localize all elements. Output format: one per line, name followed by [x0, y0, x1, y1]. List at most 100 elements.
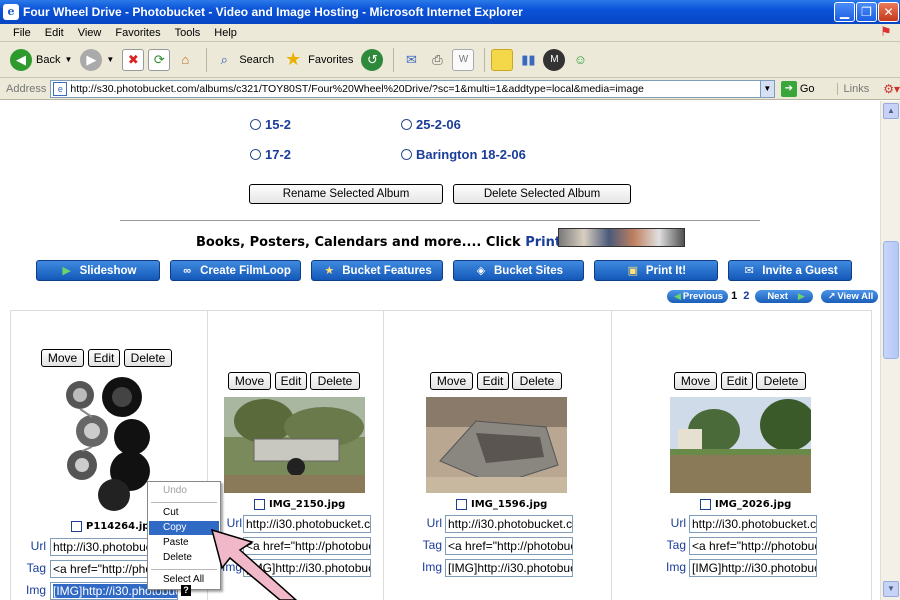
grid-divider: [383, 311, 384, 600]
radio-button[interactable]: [401, 149, 412, 160]
menu-tools[interactable]: Tools: [168, 27, 208, 39]
scroll-thumb[interactable]: [883, 241, 899, 359]
menu-edit[interactable]: Edit: [38, 27, 71, 39]
radio-button[interactable]: [250, 149, 261, 160]
bucket-sites-button[interactable]: ◈ Bucket Sites: [453, 260, 584, 281]
delete-button[interactable]: Delete: [124, 349, 172, 367]
bucket-features-button[interactable]: ★ Bucket Features: [311, 260, 443, 281]
forward-dropdown-icon[interactable]: ▼: [106, 55, 114, 64]
menu-help[interactable]: Help: [207, 27, 244, 39]
back-dropdown-icon[interactable]: ▼: [64, 55, 72, 64]
img-label: Img: [421, 560, 442, 574]
tag-field[interactable]: <a href="http://photobuc: [689, 537, 817, 555]
menu-view[interactable]: View: [71, 27, 109, 39]
menu-favorites[interactable]: Favorites: [108, 27, 167, 39]
url-field[interactable]: http://i30.photobucket: [50, 538, 148, 556]
history-icon[interactable]: ↺: [361, 48, 384, 71]
invite-guest-button[interactable]: ✉ Invite a Guest: [728, 260, 852, 281]
photo-filename: P114264.jpg: [71, 521, 157, 532]
vertical-scrollbar[interactable]: ▲ ▼: [880, 101, 900, 600]
delete-button[interactable]: Delete: [756, 372, 806, 390]
move-button[interactable]: Move: [430, 372, 473, 390]
context-undo[interactable]: Undo: [149, 484, 219, 498]
toolbar-separator: [484, 47, 486, 72]
previous-button[interactable]: ◀ Previous: [667, 289, 729, 303]
maximize-button[interactable]: ❐: [856, 2, 877, 22]
tag-label: Tag: [26, 561, 46, 575]
photo-thumbnail[interactable]: [224, 397, 365, 493]
album-option[interactable]: 25-2-06: [401, 117, 461, 132]
notes-icon[interactable]: [491, 48, 514, 71]
refresh-icon[interactable]: ⟳: [148, 48, 171, 71]
next-button[interactable]: Next ▶: [755, 289, 813, 303]
url-label: Url: [426, 516, 442, 530]
delete-button[interactable]: Delete: [512, 372, 562, 390]
context-cut[interactable]: Cut: [149, 506, 219, 520]
rename-album-button[interactable]: Rename Selected Album: [249, 184, 443, 204]
scroll-down-icon[interactable]: ▼: [883, 581, 899, 597]
scroll-up-icon[interactable]: ▲: [883, 103, 899, 119]
photo-thumbnail[interactable]: [426, 397, 567, 493]
photo-checkbox[interactable]: [254, 499, 265, 510]
move-button[interactable]: Move: [41, 349, 84, 367]
album-option[interactable]: Barington 18-2-06: [401, 147, 526, 162]
address-dropdown-icon[interactable]: ▼: [760, 79, 775, 98]
filmloop-icon: ∞: [183, 264, 192, 277]
stop-icon[interactable]: ✖: [122, 48, 145, 71]
mail-icon[interactable]: ✉: [400, 49, 422, 71]
links-label[interactable]: Links: [836, 82, 869, 95]
research-icon[interactable]: ▮▮: [517, 49, 539, 71]
window-title-bar[interactable]: e Four Wheel Drive - Photobucket - Video…: [0, 0, 900, 24]
url-field[interactable]: http://i30.photobucket.cc: [689, 515, 817, 533]
messenger-buddies-icon[interactable]: ☺: [569, 49, 591, 71]
edit-word-icon[interactable]: W: [452, 48, 475, 71]
minimize-button[interactable]: ▁: [834, 2, 855, 22]
pointer-arrow-icon: [210, 528, 298, 600]
img-field[interactable]: [IMG]http://i30.photobuc: [445, 559, 573, 577]
photo-checkbox[interactable]: [71, 521, 82, 532]
delete-album-button[interactable]: Delete Selected Album: [453, 184, 631, 204]
view-icon: ↗: [827, 290, 836, 301]
edit-button[interactable]: Edit: [721, 372, 753, 390]
edit-button[interactable]: Edit: [477, 372, 509, 390]
extra-toolbar-icon[interactable]: ⚙▾: [883, 82, 900, 96]
album-option[interactable]: 17-2: [250, 147, 291, 162]
edit-button[interactable]: Edit: [275, 372, 307, 390]
search-button[interactable]: ⌕ Search: [213, 49, 275, 71]
img-field[interactable]: [IMG]http://i30.photobuc: [689, 559, 817, 577]
url-field[interactable]: http://i30.photobucket.cc: [445, 515, 573, 533]
back-button[interactable]: ◀ Back ▼: [10, 48, 72, 71]
help-icon: ?: [181, 585, 191, 596]
promo-banner-image[interactable]: [558, 228, 685, 247]
move-button[interactable]: Move: [228, 372, 271, 390]
radio-button[interactable]: [250, 119, 261, 130]
print-it-button[interactable]: ▣ Print It!: [594, 260, 718, 281]
album-option[interactable]: 15-2: [250, 117, 291, 132]
favorites-button[interactable]: ★ Favorites: [282, 49, 353, 71]
page-link[interactable]: 2: [743, 290, 749, 302]
edit-button[interactable]: Edit: [88, 349, 120, 367]
photo-checkbox[interactable]: [700, 499, 711, 510]
forward-button[interactable]: ▶ ▼: [80, 48, 114, 71]
delete-button[interactable]: Delete: [310, 372, 360, 390]
tag-field[interactable]: <a href="http://photobuc: [445, 537, 573, 555]
right-arrow-icon: ▶: [797, 290, 805, 301]
radio-button[interactable]: [401, 119, 412, 130]
move-button[interactable]: Move: [674, 372, 717, 390]
photo-checkbox[interactable]: [456, 499, 467, 510]
print-icon[interactable]: ⎙: [426, 49, 448, 71]
slideshow-button[interactable]: ▶ Slideshow: [36, 260, 160, 281]
url-label: Url: [30, 539, 46, 553]
tag-field[interactable]: <a href="http://pho: [50, 560, 148, 578]
view-all-button[interactable]: ↗ View All: [820, 289, 879, 303]
photo-thumbnail[interactable]: [52, 373, 156, 513]
menu-file[interactable]: File: [6, 27, 38, 39]
messenger-m-icon[interactable]: M: [543, 48, 566, 71]
home-icon[interactable]: ⌂: [174, 49, 196, 71]
close-button[interactable]: ✕: [878, 2, 899, 22]
go-button[interactable]: ➔ Go: [780, 80, 815, 97]
photo-thumbnail[interactable]: [670, 397, 811, 493]
create-filmloop-button[interactable]: ∞ Create FilmLoop: [170, 260, 301, 281]
address-input[interactable]: e http://s30.photobucket.com/albums/c321…: [50, 79, 761, 98]
tag-label: Tag: [666, 538, 686, 552]
